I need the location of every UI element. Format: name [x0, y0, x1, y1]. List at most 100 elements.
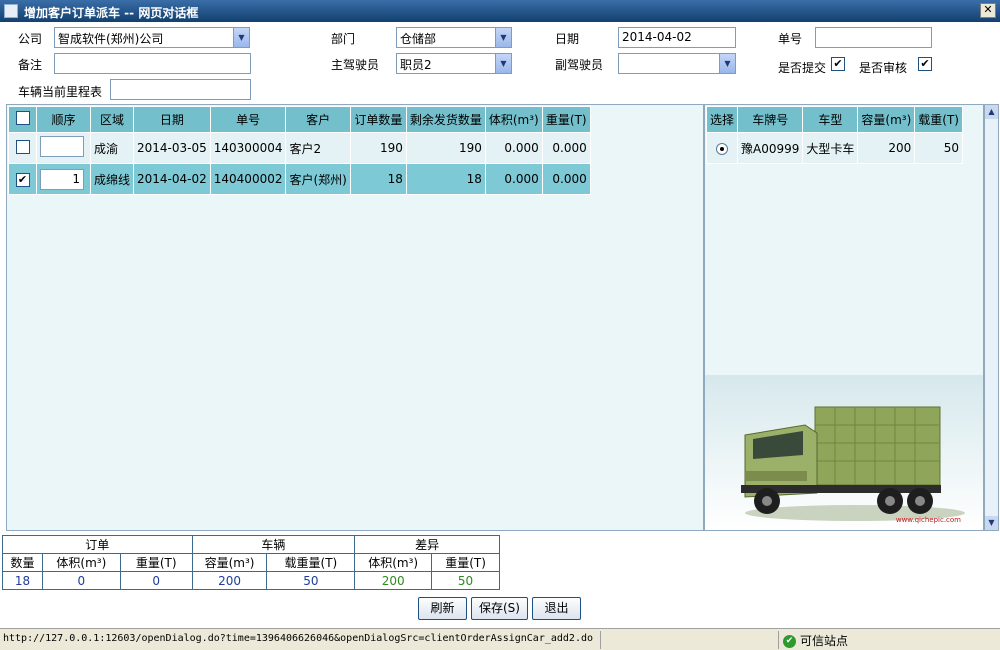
col-header: 单号 [209, 106, 287, 133]
orders-panel: 顺序 区域 日期 单号 客户 订单数量 剩余发货数量 体积(m³) 重量(T) … [6, 104, 704, 531]
submitted-checkbox[interactable]: ✔ [831, 57, 845, 71]
qty-cell: 18 [349, 163, 407, 195]
col-header: 客户 [285, 106, 351, 133]
customer-cell: 客户2 [285, 132, 351, 164]
co-driver-select[interactable]: ▼ [618, 53, 736, 74]
weight-cell: 0.000 [541, 163, 591, 195]
select-all-checkbox[interactable] [15, 111, 30, 125]
table-row[interactable]: ✔ 1 成绵线 2014-04-02 140400002 客户(郑州) 18 1… [8, 163, 591, 195]
main-driver-select[interactable]: 职员2 ▼ [396, 53, 512, 74]
dept-select[interactable]: 仓储部 ▼ [396, 27, 512, 48]
col-header: 日期 [133, 106, 211, 133]
row-checkbox[interactable] [15, 139, 30, 154]
status-bar: http://127.0.0.1:12603/openDialog.do?tim… [0, 628, 1000, 650]
date-field[interactable]: 2014-04-02 [618, 27, 736, 48]
remain-cell: 190 [405, 132, 486, 164]
summary-header: 重量(T) [431, 553, 500, 572]
row-checkbox[interactable]: ✔ [15, 172, 30, 187]
col-header: 体积(m³) [484, 106, 543, 133]
volume-cell: 0.000 [484, 163, 543, 195]
truck-illustration [741, 406, 965, 521]
chevron-down-icon[interactable]: ▼ [495, 54, 511, 73]
order-no-field[interactable] [815, 27, 932, 48]
vehicles-header-row: 选择 车牌号 车型 容量(m³) 载重(T) [705, 106, 963, 133]
no-cell: 140400002 [209, 163, 287, 195]
order-no-label: 单号 [778, 32, 803, 46]
seq-input[interactable]: 1 [40, 168, 84, 190]
remark-field[interactable] [54, 53, 251, 74]
table-row[interactable]: 成渝 2014-03-05 140300004 客户2 190 190 0.00… [8, 132, 591, 164]
refresh-button[interactable]: 刷新 [418, 597, 467, 620]
vehicles-table: 选择 车牌号 车型 容量(m³) 载重(T) 豫A00999 大型卡车 200 … [705, 106, 963, 164]
select-cell [705, 132, 739, 164]
chevron-down-icon[interactable]: ▼ [495, 28, 511, 47]
col-header: 载重(T) [914, 106, 963, 133]
row-check-cell [8, 132, 37, 164]
col-header: 重量(T) [541, 106, 591, 133]
load-cell: 50 [914, 132, 963, 164]
dept-value: 仓储部 [400, 32, 437, 46]
image-caption: www.qichepic.com [895, 516, 961, 524]
check-icon: ✔ [783, 635, 796, 648]
qty-cell: 190 [349, 132, 407, 164]
date-cell: 2014-04-02 [133, 163, 211, 195]
table-row[interactable]: 豫A00999 大型卡车 200 50 [705, 132, 963, 164]
summary-header: 体积(m³) [354, 553, 433, 572]
weight-cell: 0.000 [541, 132, 591, 164]
summary-header: 容量(m³) [191, 553, 268, 572]
row-check-cell: ✔ [8, 163, 37, 195]
summary-group-row: 订单 车辆 差异 [2, 535, 500, 554]
scroll-up-icon[interactable]: ▲ [985, 105, 998, 119]
summary-value: 50 [266, 571, 356, 590]
orders-select-all-cell [8, 106, 37, 133]
seq-cell [36, 132, 91, 164]
group-diff: 差异 [354, 535, 500, 554]
summary-value: 18 [2, 571, 43, 590]
summary-value: 200 [354, 571, 433, 590]
exit-button[interactable]: 退出 [532, 597, 581, 620]
col-header: 区域 [89, 106, 135, 133]
order-form: 公司 智成软件(郑州)公司 ▼ 部门 仓储部 ▼ 日期 2014-04-02 单号 … [0, 22, 1000, 102]
area-cell: 成渝 [89, 132, 135, 164]
summary-header-row: 数量 体积(m³) 重量(T) 容量(m³) 载重量(T) 体积(m³) 重量(… [2, 553, 500, 572]
company-select[interactable]: 智成软件(郑州)公司 ▼ [54, 27, 250, 48]
col-header: 容量(m³) [857, 106, 916, 133]
remain-cell: 18 [405, 163, 486, 195]
audited-checkbox[interactable]: ✔ [918, 57, 932, 71]
summary-value-row: 18 0 0 200 50 200 50 [2, 571, 500, 590]
group-orders: 订单 [2, 535, 193, 554]
trusted-zone-label: 可信站点 [800, 634, 849, 648]
col-header: 车型 [802, 106, 859, 133]
vehicle-radio[interactable] [716, 142, 728, 155]
col-header: 订单数量 [349, 106, 407, 133]
summary-header: 重量(T) [119, 553, 193, 572]
status-divider [778, 631, 779, 649]
dialog-icon [4, 4, 18, 18]
vertical-scrollbar[interactable]: ▲ ▼ [984, 104, 999, 531]
company-label: 公司 [18, 32, 43, 46]
orders-header-row: 顺序 区域 日期 单号 客户 订单数量 剩余发货数量 体积(m³) 重量(T) [8, 106, 591, 133]
chevron-down-icon[interactable]: ▼ [233, 28, 249, 47]
truck-image: www.qichepic.com [705, 375, 983, 530]
capacity-cell: 200 [857, 132, 916, 164]
dept-label: 部门 [331, 32, 356, 46]
odometer-field[interactable] [110, 79, 251, 100]
status-divider [600, 631, 601, 649]
save-button[interactable]: 保存(S) [471, 597, 528, 620]
chevron-down-icon[interactable]: ▼ [719, 54, 735, 73]
scroll-down-icon[interactable]: ▼ [985, 516, 998, 530]
col-header: 选择 [705, 106, 739, 133]
group-vehicles: 车辆 [191, 535, 356, 554]
dialog-title-bar: 增加客户订单派车 -- 网页对话框 ✕ [0, 0, 1000, 22]
seq-input[interactable] [40, 136, 84, 157]
col-header: 车牌号 [737, 106, 804, 133]
summary-value: 50 [431, 571, 500, 590]
col-header: 顺序 [36, 106, 91, 133]
close-icon[interactable]: ✕ [980, 3, 996, 18]
summary-header: 体积(m³) [41, 553, 121, 572]
summary-value: 0 [41, 571, 121, 590]
summary-value: 0 [119, 571, 193, 590]
date-cell: 2014-03-05 [133, 132, 211, 164]
trusted-zone: ✔ 可信站点 [783, 632, 848, 649]
no-cell: 140300004 [209, 132, 287, 164]
